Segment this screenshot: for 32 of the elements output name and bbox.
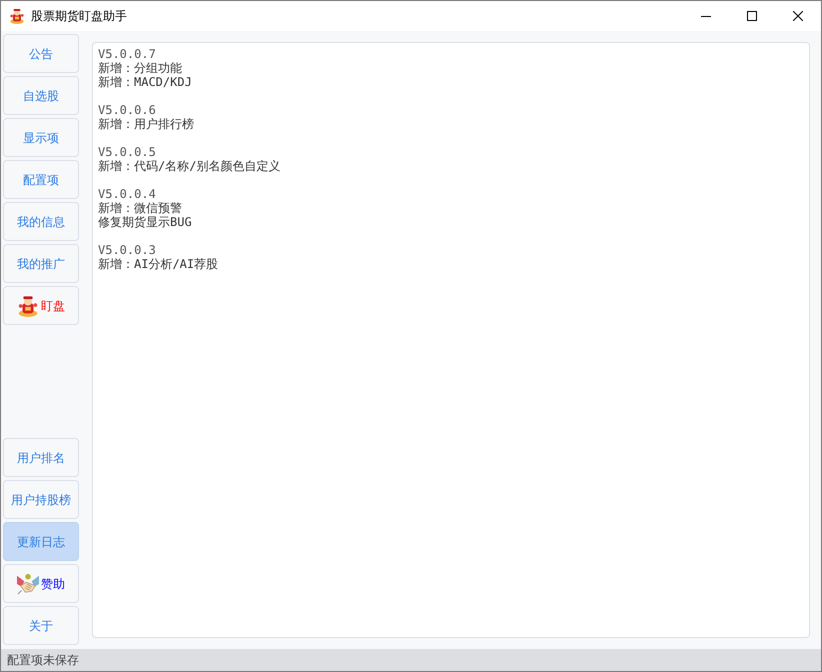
- version-label: V5.0.0.7: [98, 47, 156, 61]
- nav-button[interactable]: 盯盘: [3, 286, 79, 325]
- version-label: V5.0.0.6: [98, 103, 156, 117]
- nav-button[interactable]: 配置项: [3, 160, 79, 199]
- changelog-line: 新增：微信预警: [98, 201, 182, 215]
- nav-button[interactable]: 更新日志: [3, 522, 79, 561]
- close-icon: [793, 11, 803, 21]
- nav-button[interactable]: 用户持股榜: [3, 480, 79, 519]
- nav-button[interactable]: 自选股: [3, 76, 79, 115]
- nav-button[interactable]: 关于: [3, 606, 79, 645]
- status-text: 配置项未保存: [7, 652, 79, 669]
- changelog-line: 新增：代码/名称/别名颜色自定义: [98, 159, 280, 173]
- nav-button[interactable]: 显示项: [3, 118, 79, 157]
- app-icon: [9, 8, 25, 24]
- figure-icon: [17, 294, 39, 316]
- version-label: V5.0.0.5: [98, 145, 156, 159]
- version-label: V5.0.0.4: [98, 187, 156, 201]
- changelog-line: 新增：AI分析/AI荐股: [98, 257, 218, 271]
- nav-button[interactable]: 我的信息: [3, 202, 79, 241]
- nav-button[interactable]: 我的推广: [3, 244, 79, 283]
- changelog-line: 新增：MACD/KDJ: [98, 75, 192, 89]
- handshake-icon: [17, 572, 39, 594]
- nav-button[interactable]: 用户排名: [3, 438, 79, 477]
- changelog-line: 新增：用户排行榜: [98, 117, 194, 131]
- nav-button[interactable]: 公告: [3, 34, 79, 73]
- changelog-text-area[interactable]: V5.0.0.7 新增：分组功能 新增：MACD/KDJ V5.0.0.6 新增：用户排行榜 V5.0.0.5 新增：代码/名称/别名颜色自定义 V5.0.0.4 新增：微信预警 修复期货显示BUG V5.0.0.3 新增：AI分析/AI荐股: [92, 42, 810, 638]
- version-label: V5.0.0.3: [98, 243, 156, 257]
- changelog-line: 新增：分组功能: [98, 61, 182, 75]
- window-title: 股票期货盯盘助手: [31, 8, 127, 25]
- changelog-line: 修复期货显示BUG: [98, 215, 192, 229]
- nav-button[interactable]: 赞助: [3, 564, 79, 603]
- maximize-icon: [747, 11, 757, 21]
